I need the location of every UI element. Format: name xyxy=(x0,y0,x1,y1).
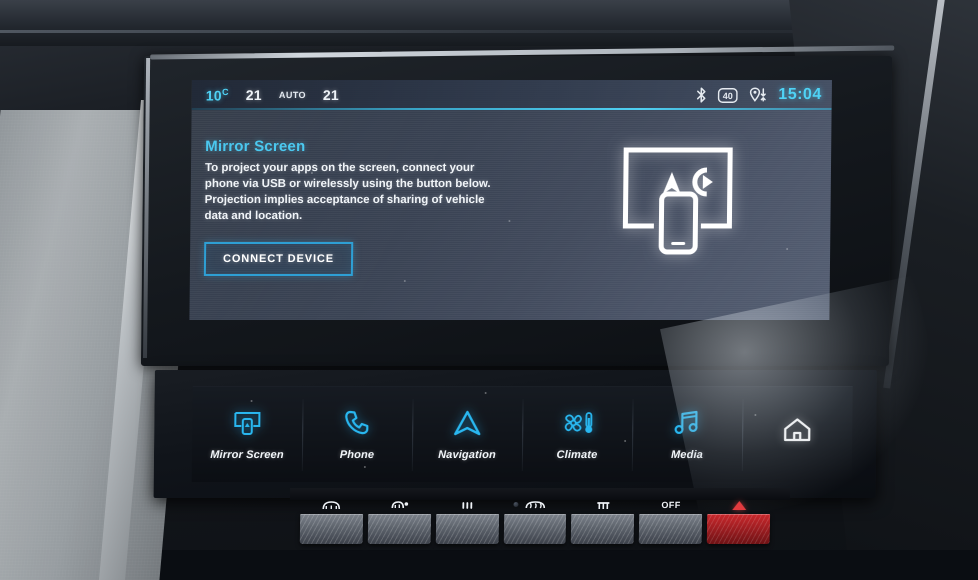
mirror-screen-page: Mirror Screen To project your apps on th… xyxy=(190,110,832,277)
mirror-screen-icon xyxy=(232,408,262,438)
toolbar-item-navigation[interactable]: Navigation xyxy=(412,387,523,482)
clock: 15:04 xyxy=(778,86,822,103)
hazard-triangle-icon xyxy=(731,498,746,512)
location-pin-icon xyxy=(748,87,767,103)
climate-off-label: OFF xyxy=(661,500,681,510)
toolbar-label: Phone xyxy=(339,449,375,461)
screen-with-phone-projection-icon xyxy=(609,142,746,263)
rear-demist-icon xyxy=(388,498,410,512)
speed-limit-40-icon: 40 xyxy=(717,87,738,103)
passenger-temperature[interactable]: 21 xyxy=(323,87,339,103)
fan-thermometer-icon xyxy=(560,408,594,438)
svg-text:40: 40 xyxy=(722,91,732,101)
connect-device-button[interactable]: CONNECT DEVICE xyxy=(203,242,354,277)
temperature-unit: C xyxy=(221,86,229,97)
navigation-arrow-icon xyxy=(452,408,482,438)
button-cap[interactable] xyxy=(706,514,771,544)
page-description: To project your apps on the screen, conn… xyxy=(204,162,491,222)
driver-temperature[interactable]: 21 xyxy=(246,87,262,103)
phone-handset-icon xyxy=(343,408,371,438)
climate-status-group[interactable]: 10C 21 AUTO 21 xyxy=(206,87,339,104)
toolbar-label: Mirror Screen xyxy=(210,449,284,461)
status-bar-accent-line xyxy=(191,108,832,110)
status-bar: 10C 21 AUTO 21 40 15:04 xyxy=(191,80,832,110)
physical-button-air-recirculation[interactable] xyxy=(435,498,499,550)
button-cap[interactable] xyxy=(571,514,635,544)
mirror-screen-info-column: Mirror Screen To project your apps on th… xyxy=(203,138,525,277)
physical-button-air-distribution[interactable] xyxy=(571,498,635,550)
page-title: Mirror Screen xyxy=(205,138,306,155)
climate-auto-label[interactable]: AUTO xyxy=(279,90,306,100)
button-cap[interactable] xyxy=(299,514,364,544)
toolbar-label: Climate xyxy=(556,449,598,461)
physical-button-rear-demist[interactable] xyxy=(367,498,431,550)
home-icon xyxy=(782,414,812,444)
toolbar-item-climate[interactable]: Climate xyxy=(522,387,633,482)
toolbar-item-mirror-screen[interactable]: Mirror Screen xyxy=(192,387,303,482)
air-distribution-icon xyxy=(592,498,614,512)
infotainment-screen[interactable]: 10C 21 AUTO 21 40 15:04 Mirror Screen To… xyxy=(189,80,832,320)
infotainment-head-unit: 10C 21 AUTO 21 40 15:04 Mirror Screen To… xyxy=(140,28,897,507)
physical-button-hazard-lights[interactable] xyxy=(706,498,771,550)
windscreen-demist-icon xyxy=(321,498,343,512)
front-defrost-icon xyxy=(523,498,547,512)
exterior-temperature: 10C xyxy=(205,86,229,104)
button-cap[interactable] xyxy=(435,514,499,544)
car-dashboard: 10C 21 AUTO 21 40 15:04 Mirror Screen To… xyxy=(0,0,978,580)
status-icons-group: 40 15:04 xyxy=(695,86,822,104)
toolbar-item-media[interactable]: Media xyxy=(632,387,743,482)
toolbar-label: Media xyxy=(670,449,704,461)
button-cap[interactable] xyxy=(367,514,431,544)
physical-button-front-defrost[interactable] xyxy=(503,498,567,550)
button-cap[interactable] xyxy=(638,514,703,544)
main-toolbar: Mirror Screen Phone Navigation Climate M… xyxy=(191,386,853,482)
illustration-column xyxy=(524,138,831,276)
toolbar-label: Navigation xyxy=(438,449,496,461)
physical-button-climate-off[interactable]: OFF xyxy=(638,498,703,550)
toolbar-item-home[interactable] xyxy=(742,387,853,482)
physical-button-row: OFF xyxy=(299,498,771,550)
air-recirculation-icon xyxy=(456,498,478,512)
toolbar-shelf: Mirror Screen Phone Navigation Climate M… xyxy=(153,370,877,498)
toolbar-item-phone[interactable]: Phone xyxy=(302,387,413,482)
music-note-icon xyxy=(673,408,701,438)
physical-button-windscreen-demist[interactable] xyxy=(299,498,364,550)
bluetooth-icon xyxy=(695,87,706,103)
button-cap[interactable] xyxy=(503,514,567,544)
